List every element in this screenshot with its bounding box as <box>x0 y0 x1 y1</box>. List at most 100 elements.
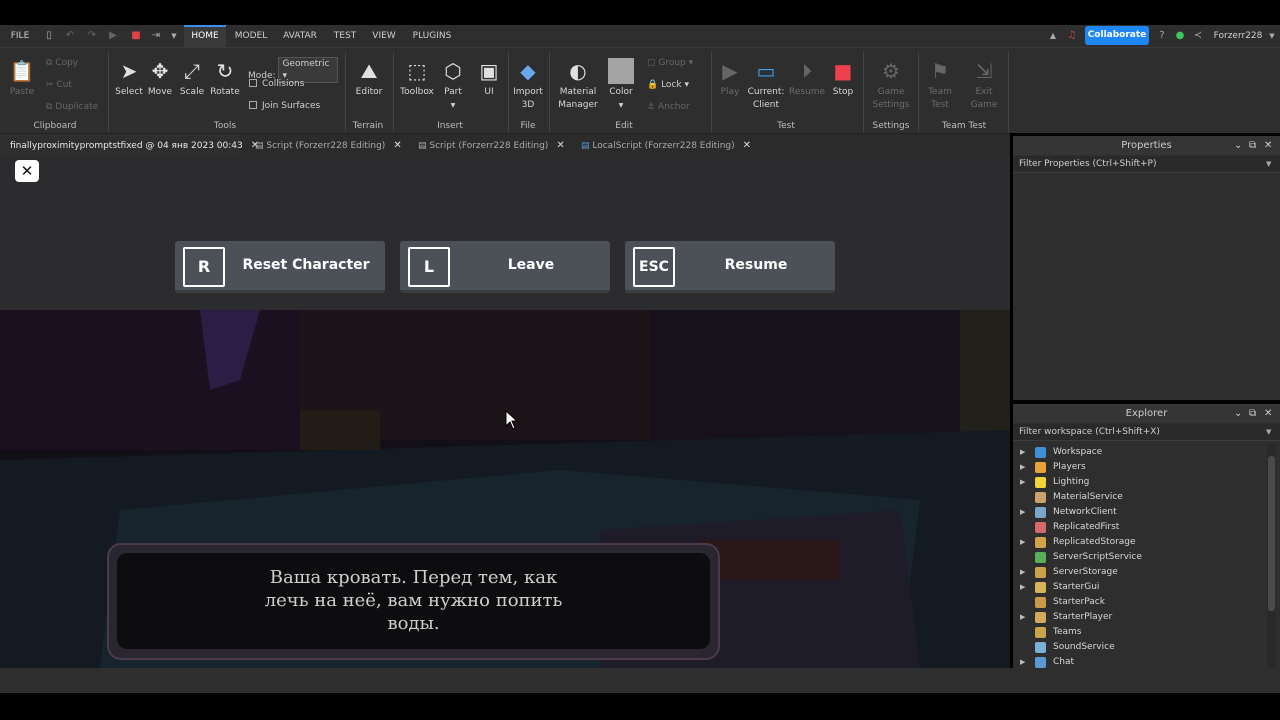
share-icon[interactable]: ≺ <box>1192 30 1204 42</box>
move-label: Move <box>147 87 173 97</box>
undock-icon[interactable]: ⧉ <box>1249 136 1256 155</box>
tab-view[interactable]: VIEW <box>368 25 400 47</box>
scale-tool-button[interactable]: ⤢ Scale <box>177 58 207 99</box>
explorer-item[interactable]: ▶ Workspace <box>1013 445 1263 460</box>
explorer-item[interactable]: ▶ StarterGui <box>1013 580 1263 595</box>
undock-icon[interactable]: ⧉ <box>1249 404 1256 423</box>
expand-arrow-icon[interactable]: ▶ <box>1020 475 1025 490</box>
explorer-item[interactable]: StarterPack <box>1013 595 1263 610</box>
explorer-scroll-thumb[interactable] <box>1268 456 1275 611</box>
leave-button[interactable]: L Leave <box>400 241 610 293</box>
color-button[interactable]: Color ▼ <box>604 58 638 112</box>
explorer-item[interactable]: SoundService <box>1013 640 1263 655</box>
tab-script-2[interactable]: ▤ Script (Forzerr228 Editing) ✕ <box>418 134 568 158</box>
close-panel-icon[interactable]: ✕ <box>1264 404 1272 423</box>
username[interactable]: Forzerr228 <box>1210 25 1266 47</box>
file-menu[interactable]: FILE <box>4 25 36 47</box>
cut-button[interactable]: ✂ Cut <box>46 79 72 91</box>
explorer-item[interactable]: ▶ NetworkClient <box>1013 505 1263 520</box>
expand-arrow-icon[interactable]: ▶ <box>1020 445 1025 460</box>
panel-dropdown-icon[interactable]: ⌄ <box>1234 404 1242 423</box>
filter-workspace-input[interactable]: Filter workspace (Ctrl+Shift+X) <box>1013 424 1280 441</box>
explorer-item[interactable]: ▶ StarterPlayer <box>1013 610 1263 625</box>
collaborate-button[interactable]: Collaborate <box>1085 26 1149 45</box>
select-tool-button[interactable]: ➤ Select <box>114 58 144 99</box>
close-panel-icon[interactable]: ✕ <box>1264 136 1272 155</box>
join-surfaces-toggle[interactable]: Join Surfaces <box>249 100 320 112</box>
stop-small-icon[interactable]: ■ <box>130 30 142 42</box>
explorer-item[interactable]: ServerScriptService <box>1013 550 1263 565</box>
redo-icon[interactable]: ↷ <box>86 30 98 42</box>
play-button[interactable]: ▶ Play <box>716 58 744 99</box>
join-surfaces-checkbox[interactable] <box>249 101 257 109</box>
new-file-icon[interactable]: ▯ <box>43 30 55 42</box>
filter-dropdown-icon[interactable]: ▼ <box>1266 156 1271 173</box>
import-3d-button[interactable]: ◆ Import 3D <box>512 58 544 112</box>
explorer-item[interactable]: ▶ ServerStorage <box>1013 565 1263 580</box>
tab-home[interactable]: HOME <box>184 25 226 47</box>
part-button[interactable]: ⬡ Part ▼ <box>438 58 468 112</box>
part-dropdown-icon[interactable]: ▼ <box>451 102 456 109</box>
close-tab-icon[interactable]: ✕ <box>393 140 401 151</box>
game-settings-button[interactable]: ⚙ Game Settings <box>870 58 912 112</box>
paste-button[interactable]: 📋 Paste <box>6 58 38 99</box>
expand-arrow-icon[interactable]: ▶ <box>1020 565 1025 580</box>
tab-test[interactable]: TEST <box>328 25 362 47</box>
notifications-icon[interactable]: ♫ <box>1066 30 1078 42</box>
explorer-item[interactable]: ▶ Players <box>1013 460 1263 475</box>
filter-dropdown-icon[interactable]: ▼ <box>1266 424 1271 441</box>
game-viewport[interactable]: ✕ R Reset Character L Leave ESC Resume В… <box>0 157 1010 668</box>
collapse-ribbon-icon[interactable]: ▲ <box>1047 30 1059 42</box>
quick-access-dropdown-icon[interactable]: ▼ <box>168 30 180 42</box>
explorer-item[interactable]: Teams <box>1013 625 1263 640</box>
account-dropdown-icon[interactable]: ▼ <box>1266 30 1278 42</box>
team-test-button[interactable]: ⚑ Team Test <box>922 58 958 112</box>
copy-button[interactable]: ⧉ Copy <box>46 57 78 69</box>
collisions-toggle[interactable]: Collisions <box>249 78 304 90</box>
reset-character-button[interactable]: R Reset Character <box>175 241 385 293</box>
explorer-item[interactable]: ▶ Lighting <box>1013 475 1263 490</box>
expand-arrow-icon[interactable]: ▶ <box>1020 610 1025 625</box>
panel-dropdown-icon[interactable]: ⌄ <box>1234 136 1242 155</box>
duplicate-button[interactable]: ⧉ Duplicate <box>46 101 98 113</box>
exit-game-button[interactable]: ⇲ Exit Game <box>966 58 1002 112</box>
expand-arrow-icon[interactable]: ▶ <box>1020 505 1025 520</box>
help-icon[interactable]: ? <box>1156 30 1168 42</box>
tab-model[interactable]: MODEL <box>230 25 272 47</box>
resume-game-button[interactable]: ESC Resume <box>625 241 835 293</box>
group-label-terrain: Terrain <box>352 121 384 131</box>
tab-avatar[interactable]: AVATAR <box>278 25 322 47</box>
current-client-button[interactable]: ▭ Current: Client <box>746 58 786 112</box>
play-small-icon[interactable]: ▶ <box>107 30 119 42</box>
material-manager-button[interactable]: ◐ Material Manager <box>556 58 600 112</box>
color-dropdown-icon[interactable]: ▼ <box>619 102 624 109</box>
expand-arrow-icon[interactable]: ▶ <box>1020 580 1025 595</box>
rotate-tool-button[interactable]: ↻ Rotate <box>209 58 241 99</box>
tab-place[interactable]: finallyproximitypromptstfixed @ 04 янв 2… <box>0 134 259 158</box>
expand-arrow-icon[interactable]: ▶ <box>1020 460 1025 475</box>
stop-button[interactable]: ■ Stop <box>829 58 857 99</box>
group-button[interactable]: ▢ Group ▾ <box>647 57 693 69</box>
tab-script-1[interactable]: ▤ Script (Forzerr228 Editing) ✕ <box>255 134 405 158</box>
tab-localscript[interactable]: ▤ LocalScript (Forzerr228 Editing) ✕ <box>581 134 751 158</box>
resume-button[interactable]: ⏵ Resume <box>789 58 825 99</box>
move-tool-button[interactable]: ✥ Move <box>146 58 174 99</box>
terrain-editor-button[interactable]: ⛰ Editor <box>352 58 386 99</box>
close-tab-icon[interactable]: ✕ <box>743 140 751 151</box>
close-menu-button[interactable]: ✕ <box>15 160 39 182</box>
close-tab-icon[interactable]: ✕ <box>556 140 564 151</box>
anchor-button[interactable]: ⚓ Anchor <box>647 101 690 113</box>
toolbox-button[interactable]: ⬚ Toolbox <box>398 58 436 99</box>
ui-button[interactable]: ▣ UI <box>474 58 504 99</box>
collisions-checkbox[interactable] <box>249 79 257 87</box>
expand-arrow-icon[interactable]: ▶ <box>1020 535 1025 550</box>
explorer-item[interactable]: ReplicatedFirst <box>1013 520 1263 535</box>
undo-icon[interactable]: ↶ <box>64 30 76 42</box>
lock-button[interactable]: 🔒 Lock ▾ <box>647 79 689 91</box>
publish-icon[interactable]: ⇥ <box>150 30 162 42</box>
explorer-item[interactable]: MaterialService <box>1013 490 1263 505</box>
status-online-icon: ● <box>1175 30 1185 41</box>
filter-properties-input[interactable]: Filter Properties (Ctrl+Shift+P) <box>1013 156 1280 173</box>
explorer-item[interactable]: ▶ ReplicatedStorage <box>1013 535 1263 550</box>
tab-plugins[interactable]: PLUGINS <box>408 25 456 47</box>
